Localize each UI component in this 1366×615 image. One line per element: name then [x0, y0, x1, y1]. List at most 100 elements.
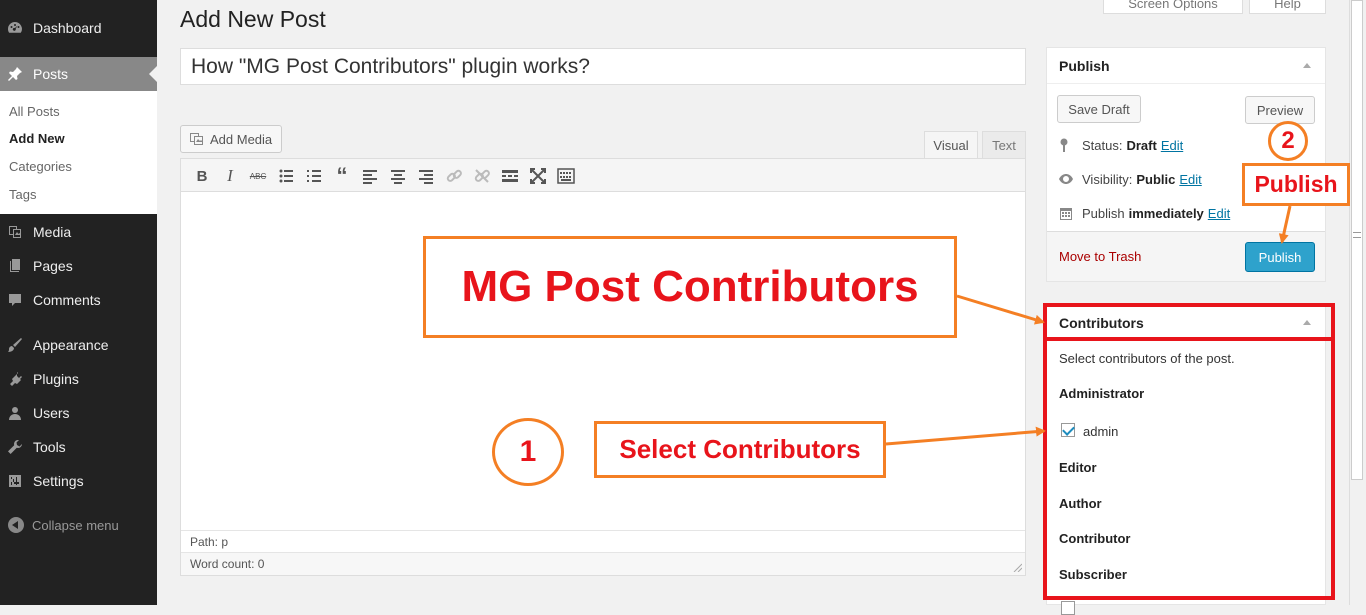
add-media-button[interactable]: Add Media	[180, 125, 282, 153]
posts-submenu: All Posts Add New Categories Tags	[0, 91, 157, 214]
publish-actions: Move to Trash Publish	[1047, 231, 1325, 281]
preview-button[interactable]: Preview	[1245, 96, 1315, 124]
submenu-all-posts[interactable]: All Posts	[9, 104, 60, 119]
editor-path: Path: p	[181, 530, 1025, 552]
pages-icon	[7, 258, 23, 274]
paintbrush-icon	[7, 337, 23, 353]
edit-status-link[interactable]: Edit	[1161, 138, 1183, 153]
sidebar-item-label: Posts	[33, 66, 69, 82]
annotation-step-two: 2	[1268, 121, 1308, 161]
collapse-icon	[8, 517, 24, 533]
scrollbar-thumb[interactable]	[1351, 0, 1363, 480]
status-value: Draft	[1126, 137, 1157, 153]
sidebar-item-settings[interactable]: Settings	[0, 464, 157, 498]
sidebar-item-label: Comments	[33, 292, 101, 308]
scrollbar-grip	[1353, 232, 1361, 238]
sidebar-item-label: Users	[33, 405, 70, 421]
annotation-step-one: 1	[492, 418, 564, 486]
sidebar-item-label: Appearance	[33, 337, 109, 353]
blockquote-icon[interactable]: “	[332, 163, 352, 188]
help-button[interactable]: Help	[1249, 0, 1326, 14]
publish-button[interactable]: Publish	[1245, 242, 1315, 272]
dashboard-icon	[7, 20, 23, 36]
align-center-icon[interactable]	[388, 167, 408, 185]
sidebar-item-label: Pages	[33, 258, 73, 274]
eye-icon	[1059, 172, 1073, 186]
user-icon	[7, 405, 23, 421]
sidebar-item-pages[interactable]: Pages	[0, 249, 157, 283]
tab-text[interactable]: Text	[982, 131, 1026, 158]
sidebar-item-users[interactable]: Users	[0, 396, 157, 430]
media-icon	[190, 133, 203, 145]
italic-icon[interactable]: I	[220, 166, 240, 185]
add-media-label: Add Media	[210, 131, 273, 147]
sidebar-item-media[interactable]: Media	[0, 215, 157, 249]
contributors-highlight-frame	[1043, 303, 1335, 600]
post-title-input[interactable]: How "MG Post Contributors" plugin works?	[180, 48, 1026, 85]
status-row: Status: Draft Edit	[1059, 135, 1183, 155]
annotation-publish: Publish	[1242, 163, 1350, 206]
publish-box-title: Publish	[1059, 58, 1110, 74]
comment-icon	[7, 292, 23, 308]
media-icon	[7, 224, 23, 240]
toolbar-toggle-icon[interactable]	[556, 167, 576, 185]
sidebar-item-dashboard[interactable]: Dashboard	[0, 11, 157, 45]
publish-value: immediately	[1128, 205, 1204, 221]
unlink-icon[interactable]	[472, 167, 492, 185]
publish-box-header[interactable]: Publish	[1047, 48, 1325, 84]
edit-visibility-link[interactable]: Edit	[1179, 172, 1201, 187]
collapse-label: Collapse menu	[32, 517, 119, 533]
sidebar-item-label: Media	[33, 224, 72, 240]
visibility-label: Visibility:	[1082, 171, 1133, 187]
screen-options-button[interactable]: Screen Options	[1103, 0, 1243, 14]
visibility-row: Visibility: Public Edit	[1059, 169, 1202, 189]
calendar-icon	[1059, 206, 1073, 220]
submenu-add-new[interactable]: Add New	[9, 131, 65, 146]
sidebar-item-label: Settings	[33, 473, 84, 489]
sidebar-item-appearance[interactable]: Appearance	[0, 328, 157, 362]
submenu-tags[interactable]: Tags	[9, 187, 36, 202]
annotation-select-contributors: Select Contributors	[594, 421, 886, 478]
read-more-icon[interactable]	[500, 167, 520, 185]
bullet-list-icon[interactable]	[276, 167, 296, 185]
editor-toolbar: B I ABC “	[181, 159, 1025, 192]
publish-label: Publish	[1082, 205, 1125, 221]
tab-visual[interactable]: Visual	[924, 131, 978, 158]
pin-icon	[7, 66, 23, 82]
align-left-icon[interactable]	[360, 167, 380, 185]
word-count: Word count: 0	[181, 552, 1025, 575]
visibility-value: Public	[1136, 171, 1176, 187]
status-label: Status:	[1082, 137, 1123, 153]
save-draft-button[interactable]: Save Draft	[1057, 95, 1141, 123]
contributors-header-highlight	[1043, 303, 1335, 341]
edit-publish-date-link[interactable]: Edit	[1208, 206, 1230, 221]
sliders-icon	[7, 473, 23, 489]
align-right-icon[interactable]	[416, 167, 436, 185]
pin-icon	[1059, 138, 1073, 152]
collapse-menu-button[interactable]: Collapse menu	[0, 513, 157, 537]
subscriber-user-checkbox[interactable]	[1061, 601, 1075, 615]
submenu-categories[interactable]: Categories	[9, 159, 72, 174]
strikethrough-icon[interactable]: ABC	[248, 167, 268, 185]
sidebar-item-tools[interactable]: Tools	[0, 430, 157, 464]
numbered-list-icon[interactable]	[304, 167, 324, 185]
resize-handle-icon[interactable]	[1012, 562, 1022, 572]
sidebar-item-label: Plugins	[33, 371, 79, 387]
sidebar-item-label: Tools	[33, 439, 66, 455]
admin-sidebar: Dashboard Posts All Posts Add New Catego…	[0, 0, 157, 605]
editor-area[interactable]: B I ABC “ Path: p Word count: 0	[180, 158, 1026, 576]
page-title: Add New Post	[180, 6, 326, 32]
move-to-trash-link[interactable]: Move to Trash	[1059, 249, 1141, 264]
annotation-plugin-name: MG Post Contributors	[423, 236, 957, 338]
schedule-row: Publish immediately Edit	[1059, 203, 1230, 223]
fullscreen-icon[interactable]	[528, 167, 548, 185]
sidebar-item-posts[interactable]: Posts	[0, 57, 157, 91]
plug-icon	[7, 371, 23, 387]
sidebar-item-plugins[interactable]: Plugins	[0, 362, 157, 396]
sidebar-item-comments[interactable]: Comments	[0, 283, 157, 317]
wrench-icon	[7, 439, 23, 455]
bold-icon[interactable]: B	[192, 167, 212, 185]
sidebar-item-label: Dashboard	[33, 20, 102, 36]
collapse-arrow-icon[interactable]	[1303, 63, 1311, 68]
link-icon[interactable]	[444, 167, 464, 185]
